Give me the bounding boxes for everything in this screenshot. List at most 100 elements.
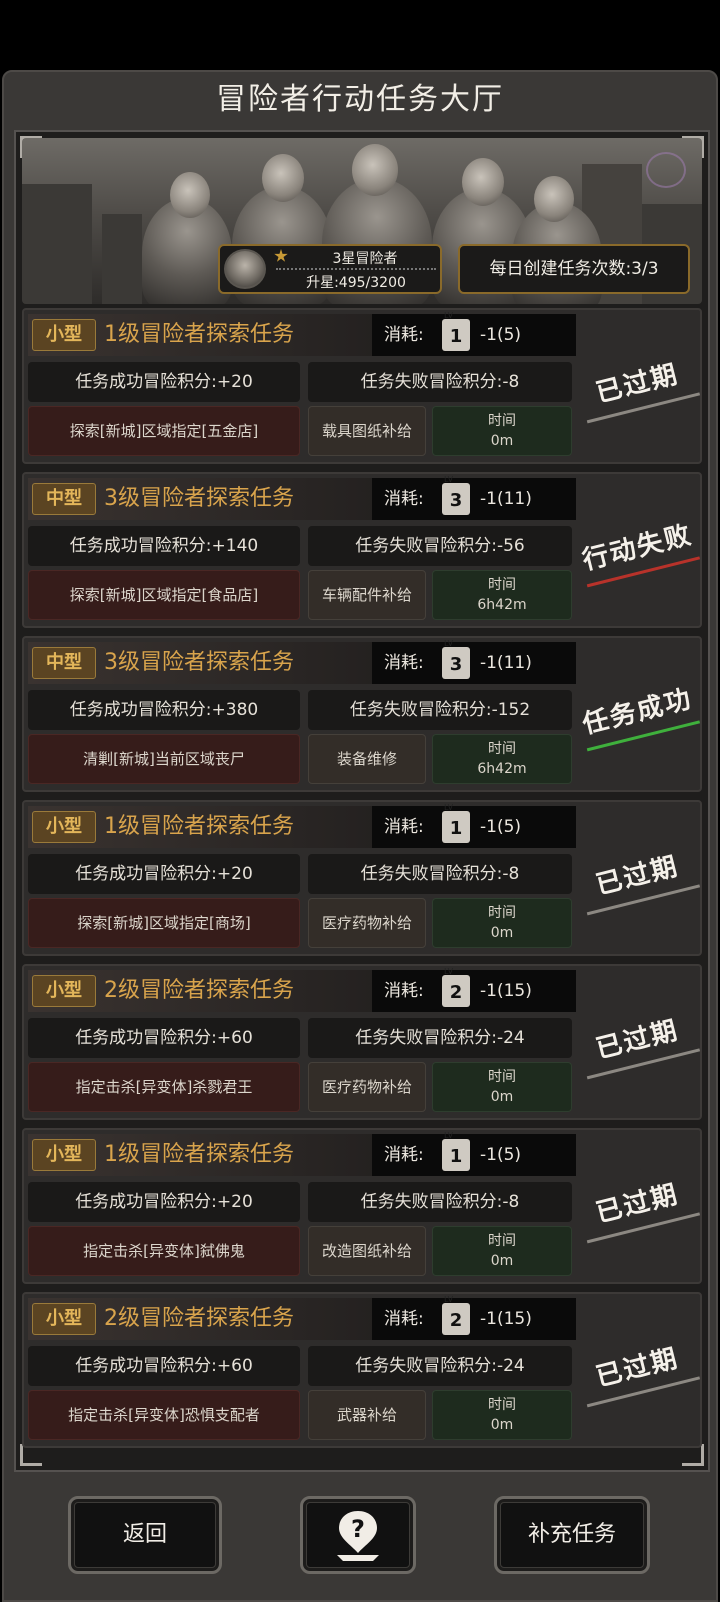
task-list-frame: 3星冒险者 升星:495/3200 每日创建任务次数:3/3 小型 1级冒险者探… — [14, 130, 710, 1472]
task-time: 时间 0m — [432, 898, 572, 948]
task-cost: 消耗: 3 -1(11) — [372, 638, 576, 684]
task-header: 小型 1级冒险者探索任务 消耗: 1 -1(5) — [28, 1130, 576, 1176]
task-time: 时间 0m — [432, 406, 572, 456]
task-card[interactable]: 小型 1级冒险者探索任务 消耗: 1 -1(5) 任务成功冒险积分:+20 任务… — [22, 800, 702, 956]
level-card-icon: 3 — [442, 638, 470, 679]
faction-emblem-icon — [646, 152, 686, 188]
avatar — [224, 249, 266, 289]
page-title: 冒险者行动任务大厅 — [216, 82, 504, 117]
task-title: 1级冒险者探索任务 — [104, 814, 294, 839]
task-reward: 装备维修 — [308, 734, 426, 784]
cost-value: -1(5) — [480, 325, 522, 345]
fail-score: 任务失败冒险积分:-24 — [308, 1018, 572, 1058]
task-cost: 消耗: 1 -1(5) — [372, 802, 576, 848]
divider — [276, 268, 436, 270]
task-card[interactable]: 小型 2级冒险者探索任务 消耗: 2 -1(15) 任务成功冒险积分:+60 任… — [22, 1292, 702, 1448]
rank-progress: 升星:495/3200 — [306, 275, 406, 291]
level-card-icon: 1 — [442, 1130, 470, 1171]
level-card-icon: 3 — [442, 474, 470, 515]
time-label: 时间 — [488, 577, 516, 593]
level-card-icon: 2 — [442, 1294, 470, 1335]
cost-value: -1(5) — [480, 1145, 522, 1165]
task-cost: 消耗: 1 -1(5) — [372, 1130, 576, 1176]
task-title: 2级冒险者探索任务 — [104, 1306, 294, 1331]
time-label: 时间 — [488, 1397, 516, 1413]
svg-text:?: ? — [351, 1515, 365, 1543]
rank-name: 3星冒险者 — [332, 251, 398, 267]
title-strip: 小型 2级冒险者探索任务 — [28, 1298, 378, 1340]
status-stamp: 行动失败 — [573, 514, 704, 588]
time-label: 时间 — [488, 1233, 516, 1249]
task-card[interactable]: 中型 3级冒险者探索任务 消耗: 3 -1(11) 任务成功冒险积分:+380 … — [22, 636, 702, 792]
fail-score: 任务失败冒险积分:-8 — [308, 1182, 572, 1222]
title-strip: 中型 3级冒险者探索任务 — [28, 478, 378, 520]
task-header: 小型 2级冒险者探索任务 消耗: 2 -1(15) — [28, 1294, 576, 1340]
task-card[interactable]: 小型 1级冒险者探索任务 消耗: 1 -1(5) 任务成功冒险积分:+20 任务… — [22, 308, 702, 464]
question-pin-icon: ? — [337, 1511, 379, 1561]
status-stamp: 已过期 — [573, 842, 704, 916]
task-header: 中型 3级冒险者探索任务 消耗: 3 -1(11) — [28, 638, 576, 684]
task-card[interactable]: 中型 3级冒险者探索任务 消耗: 3 -1(11) 任务成功冒险积分:+140 … — [22, 472, 702, 628]
task-cost: 消耗: 1 -1(5) — [372, 310, 576, 356]
time-label: 时间 — [488, 1069, 516, 1085]
time-value: 6h42m — [477, 761, 527, 777]
success-score: 任务成功冒险积分:+60 — [28, 1018, 300, 1058]
task-target: 探索[新城]区域指定[商场] — [28, 898, 300, 948]
time-label: 时间 — [488, 905, 516, 921]
add-task-button[interactable]: 补充任务 — [494, 1496, 650, 1574]
level-card-icon: 1 — [442, 802, 470, 843]
adventurer-banner: 3星冒险者 升星:495/3200 每日创建任务次数:3/3 — [22, 138, 702, 304]
task-target: 指定击杀[异变体]恐惧支配者 — [28, 1390, 300, 1440]
task-title: 1级冒险者探索任务 — [104, 322, 294, 347]
rank-card[interactable]: 3星冒险者 升星:495/3200 — [218, 244, 442, 294]
task-target: 指定击杀[异变体]弑佛鬼 — [28, 1226, 300, 1276]
cost-label: 消耗: — [384, 981, 424, 1001]
task-size-badge: 小型 — [32, 975, 96, 1007]
status-text: 行动失败 — [579, 519, 696, 577]
star-icon — [274, 249, 288, 262]
help-button[interactable]: ? — [300, 1496, 416, 1574]
task-size-badge: 小型 — [32, 811, 96, 843]
task-card[interactable]: 小型 2级冒险者探索任务 消耗: 2 -1(15) 任务成功冒险积分:+60 任… — [22, 964, 702, 1120]
task-card[interactable]: 小型 1级冒险者探索任务 消耗: 1 -1(5) 任务成功冒险积分:+20 任务… — [22, 1128, 702, 1284]
time-value: 6h42m — [477, 597, 527, 613]
task-reward: 医疗药物补给 — [308, 898, 426, 948]
task-header: 小型 1级冒险者探索任务 消耗: 1 -1(5) — [28, 802, 576, 848]
title-strip: 小型 1级冒险者探索任务 — [28, 1134, 378, 1176]
time-value: 0m — [490, 433, 514, 449]
status-stamp: 任务成功 — [573, 678, 704, 752]
task-header: 小型 1级冒险者探索任务 消耗: 1 -1(5) — [28, 310, 576, 356]
cost-label: 消耗: — [384, 817, 424, 837]
time-label: 时间 — [488, 413, 516, 429]
title-strip: 小型 1级冒险者探索任务 — [28, 806, 378, 848]
task-title: 3级冒险者探索任务 — [104, 650, 294, 675]
task-title: 3级冒险者探索任务 — [104, 486, 294, 511]
fail-score: 任务失败冒险积分:-8 — [308, 854, 572, 894]
time-value: 0m — [490, 925, 514, 941]
level-card-icon: 1 — [442, 310, 470, 351]
task-header: 中型 3级冒险者探索任务 消耗: 3 -1(11) — [28, 474, 576, 520]
task-size-badge: 小型 — [32, 1139, 96, 1171]
task-time: 时间 0m — [432, 1062, 572, 1112]
time-label: 时间 — [488, 741, 516, 757]
success-score: 任务成功冒险积分:+20 — [28, 362, 300, 402]
cost-label: 消耗: — [384, 489, 424, 509]
task-reward: 车辆配件补给 — [308, 570, 426, 620]
adventurer-head — [352, 144, 398, 196]
task-cost: 消耗: 2 -1(15) — [372, 966, 576, 1012]
cost-label: 消耗: — [384, 653, 424, 673]
task-target: 探索[新城]区域指定[食品店] — [28, 570, 300, 620]
task-size-badge: 小型 — [32, 319, 96, 351]
task-header: 小型 2级冒险者探索任务 消耗: 2 -1(15) — [28, 966, 576, 1012]
task-title: 2级冒险者探索任务 — [104, 978, 294, 1003]
building — [22, 184, 92, 304]
back-button[interactable]: 返回 — [68, 1496, 222, 1574]
status-stamp: 已过期 — [573, 1170, 704, 1244]
fail-score: 任务失败冒险积分:-152 — [308, 690, 572, 730]
success-score: 任务成功冒险积分:+20 — [28, 1182, 300, 1222]
cost-label: 消耗: — [384, 1145, 424, 1165]
task-title: 1级冒险者探索任务 — [104, 1142, 294, 1167]
time-value: 0m — [490, 1417, 514, 1433]
time-value: 0m — [490, 1089, 514, 1105]
cost-label: 消耗: — [384, 325, 424, 345]
